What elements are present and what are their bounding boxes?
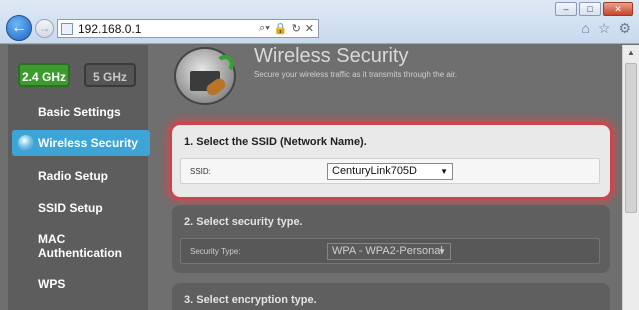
close-window-button[interactable]: ✕ (603, 2, 633, 16)
gear-icon[interactable]: ⚙ (618, 20, 631, 37)
sidebar-item-mac-authentication[interactable]: MAC Authentication (8, 232, 122, 260)
ssid-selected-value: CenturyLink705D (332, 165, 417, 177)
router-page: 2.4 GHz 5 GHz Basic Settings Wireless Se… (0, 45, 622, 310)
wireless-security-logo-icon (174, 47, 236, 105)
address-url[interactable]: 192.168.0.1 (78, 22, 259, 36)
page-icon (61, 22, 73, 35)
browser-tools: ⌂ ☆ ⚙ (581, 20, 631, 37)
minimize-button[interactable]: – (555, 2, 577, 16)
sidebar-item-wireless-security[interactable]: Wireless Security (12, 130, 150, 156)
maximize-button[interactable]: □ (579, 2, 601, 16)
lock-icon[interactable]: 🔒 (274, 22, 288, 35)
scroll-up-icon[interactable]: ▲ (623, 45, 639, 61)
ssid-section: 1. Select the SSID (Network Name). SSID:… (172, 125, 610, 197)
home-icon[interactable]: ⌂ (581, 20, 589, 37)
security-type-label: Security Type: (190, 247, 241, 256)
back-button[interactable]: ← (6, 15, 32, 41)
browser-toolbar: – □ ✕ ← → 192.168.0.1 ⌕▾ 🔒 ↻ ✕ ⌂ ☆ ⚙ (0, 0, 639, 44)
sidebar-item-wps[interactable]: WPS (8, 277, 148, 291)
globe-icon (18, 135, 34, 151)
ssid-section-title: 1. Select the SSID (Network Name). (184, 136, 367, 148)
dropdown-arrow-icon: ▼ (440, 167, 448, 176)
sidebar: 2.4 GHz 5 GHz Basic Settings Wireless Se… (8, 45, 150, 310)
encryption-section-title: 3. Select encryption type. (184, 294, 317, 306)
page-subtitle: Secure your wireless traffic as it trans… (254, 70, 458, 79)
vertical-scrollbar[interactable]: ▲ (622, 45, 639, 310)
security-section-title: 2. Select security type. (184, 216, 303, 228)
sidebar-item-label: Wireless Security (38, 136, 138, 150)
band-5ghz-button[interactable]: 5 GHz (84, 63, 136, 87)
band-selector: 2.4 GHz 5 GHz (18, 63, 136, 87)
wifi-signal-icon (216, 55, 234, 73)
encryption-type-section: 3. Select encryption type. (172, 283, 610, 310)
search-icon[interactable]: ⌕▾ (259, 22, 270, 35)
security-field-row: Security Type: WPA - WPA2-Personal ▼ (180, 238, 600, 264)
security-type-section: 2. Select security type. Security Type: … (172, 205, 610, 273)
band-2-4ghz-button[interactable]: 2.4 GHz (18, 63, 70, 87)
star-icon[interactable]: ☆ (598, 20, 611, 37)
sidebar-item-radio-setup[interactable]: Radio Setup (8, 169, 148, 183)
security-type-selected-value: WPA - WPA2-Personal (332, 245, 443, 257)
ssid-label: SSID: (190, 167, 211, 176)
security-type-select[interactable]: WPA - WPA2-Personal ▼ (327, 243, 451, 260)
forward-arrow-icon: → (38, 21, 51, 35)
ssid-field-row: SSID: CenturyLink705D ▼ (180, 158, 600, 184)
dropdown-arrow-icon: ▼ (438, 247, 446, 256)
window-controls: – □ ✕ (555, 2, 633, 16)
page-title: Wireless Security (254, 45, 409, 67)
forward-button[interactable]: → (35, 19, 54, 38)
stop-icon[interactable]: ✕ (305, 22, 314, 35)
address-bar[interactable]: 192.168.0.1 ⌕▾ 🔒 ↻ ✕ (57, 19, 319, 38)
ssid-select[interactable]: CenturyLink705D ▼ (327, 163, 453, 180)
sidebar-item-ssid-setup[interactable]: SSID Setup (8, 201, 148, 215)
main-content: Wireless Security Secure your wireless t… (150, 45, 622, 310)
refresh-icon[interactable]: ↻ (292, 22, 301, 35)
scrollbar-thumb[interactable] (625, 63, 637, 213)
back-arrow-icon: ← (11, 19, 27, 36)
sidebar-item-basic-settings[interactable]: Basic Settings (8, 105, 148, 119)
